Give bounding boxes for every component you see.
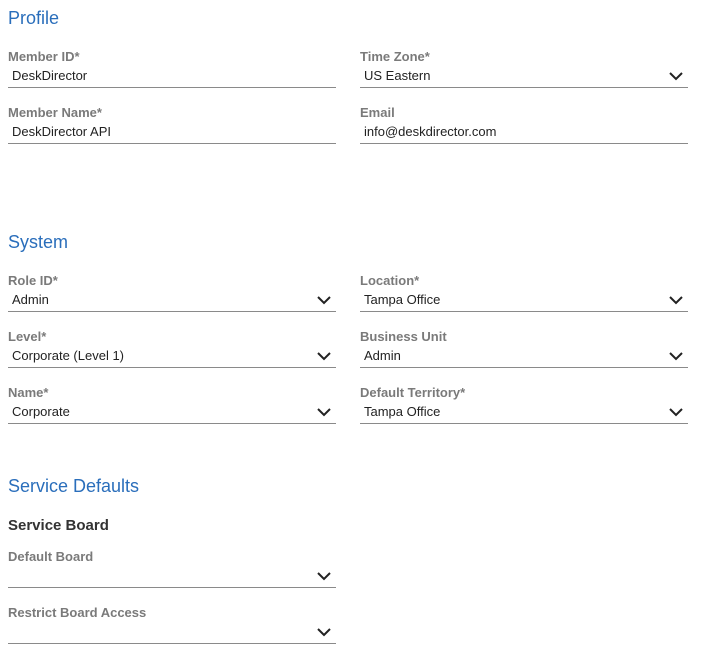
default-territory-select[interactable]: Tampa Office <box>360 403 688 424</box>
default-territory-field: Default Territory* Tampa Office <box>360 385 688 429</box>
restrict-board-access-field: Restrict Board Access <box>8 605 336 649</box>
role-id-label: Role ID* <box>8 273 58 288</box>
chevron-down-icon[interactable] <box>316 626 332 638</box>
email-field: Email info@deskdirector.com <box>360 105 688 149</box>
level-select[interactable]: Corporate (Level 1) <box>8 347 336 368</box>
level-field: Level* Corporate (Level 1) <box>8 329 336 373</box>
location-select[interactable]: Tampa Office <box>360 291 688 312</box>
name-field: Name* Corporate <box>8 385 336 429</box>
chevron-down-icon[interactable] <box>668 406 684 418</box>
location-field: Location* Tampa Office <box>360 273 688 317</box>
restrict-board-access-label: Restrict Board Access <box>8 605 147 620</box>
member-id-value: DeskDirector <box>12 68 88 83</box>
business-unit-label: Business Unit <box>360 329 447 344</box>
chevron-down-icon[interactable] <box>316 294 332 306</box>
location-value: Tampa Office <box>364 292 441 307</box>
member-name-value: DeskDirector API <box>12 124 111 139</box>
service-board-subtitle: Service Board <box>8 517 109 534</box>
default-territory-value: Tampa Office <box>364 404 441 419</box>
service-defaults-section-title: Service Defaults <box>8 476 140 496</box>
default-board-field: Default Board <box>8 549 336 593</box>
member-id-field: Member ID* DeskDirector <box>8 49 336 93</box>
role-id-value: Admin <box>12 292 49 307</box>
member-name-input[interactable]: DeskDirector API <box>8 123 336 144</box>
level-label: Level* <box>8 329 47 344</box>
time-zone-select[interactable]: US Eastern <box>360 67 688 88</box>
chevron-down-icon[interactable] <box>316 406 332 418</box>
time-zone-label: Time Zone* <box>360 49 430 64</box>
chevron-down-icon[interactable] <box>316 570 332 582</box>
name-value: Corporate <box>12 404 70 419</box>
default-board-label: Default Board <box>8 549 94 564</box>
role-id-select[interactable]: Admin <box>8 291 336 312</box>
business-unit-select[interactable]: Admin <box>360 347 688 368</box>
default-territory-label: Default Territory* <box>360 385 466 400</box>
name-select[interactable]: Corporate <box>8 403 336 424</box>
business-unit-field: Business Unit Admin <box>360 329 688 373</box>
profile-section-title: Profile <box>8 8 60 28</box>
chevron-down-icon[interactable] <box>668 294 684 306</box>
business-unit-value: Admin <box>364 348 401 363</box>
time-zone-field: Time Zone* US Eastern <box>360 49 688 93</box>
restrict-board-access-select[interactable] <box>8 623 336 644</box>
member-name-field: Member Name* DeskDirector API <box>8 105 336 149</box>
system-section-title: System <box>8 232 69 252</box>
email-label: Email <box>360 105 395 120</box>
chevron-down-icon[interactable] <box>668 70 684 82</box>
default-board-select[interactable] <box>8 567 336 588</box>
chevron-down-icon[interactable] <box>668 350 684 362</box>
member-id-input[interactable]: DeskDirector <box>8 67 336 88</box>
location-label: Location* <box>360 273 420 288</box>
name-label: Name* <box>8 385 49 400</box>
member-id-label: Member ID* <box>8 49 80 64</box>
email-input[interactable]: info@deskdirector.com <box>360 123 688 144</box>
time-zone-value: US Eastern <box>364 68 431 83</box>
level-value: Corporate (Level 1) <box>12 348 124 363</box>
member-name-label: Member Name* <box>8 105 102 120</box>
chevron-down-icon[interactable] <box>316 350 332 362</box>
email-value: info@deskdirector.com <box>364 124 497 139</box>
role-id-field: Role ID* Admin <box>8 273 336 317</box>
